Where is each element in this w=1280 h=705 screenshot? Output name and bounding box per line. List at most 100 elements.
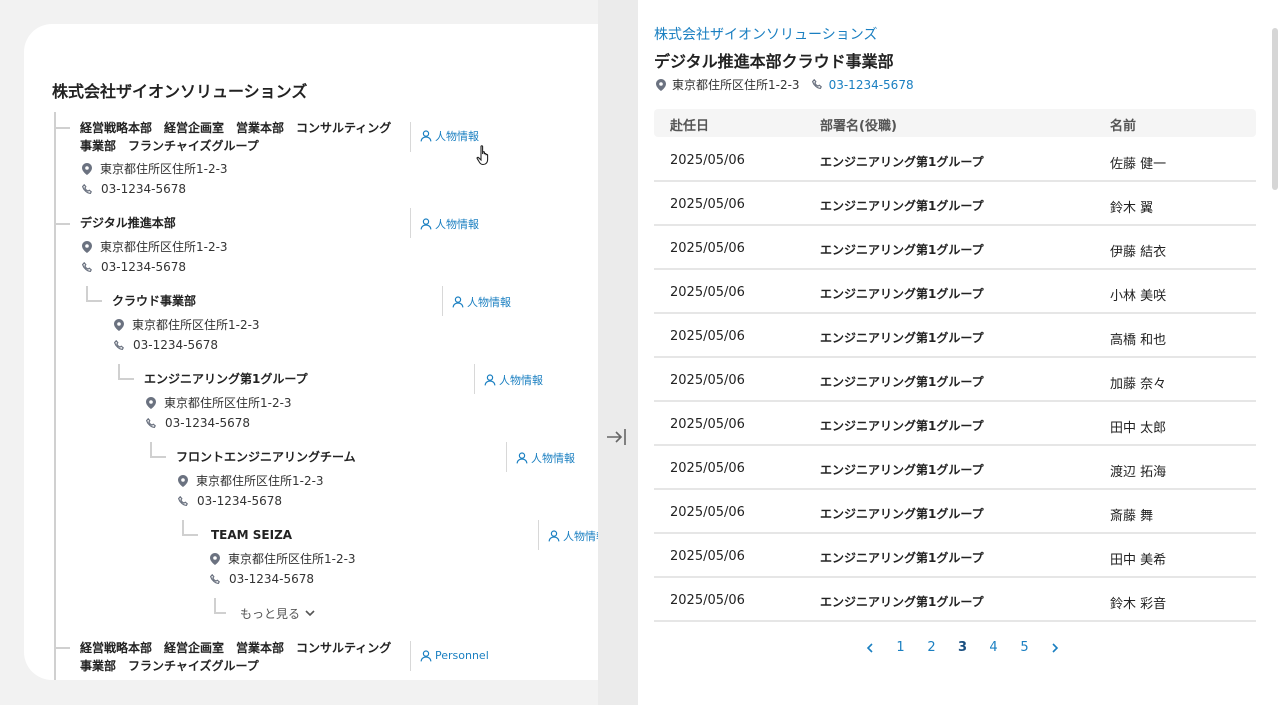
detail-panel: 株式会社ザイオンソリューションズ デジタル推進本部クラウド事業部 東京都住所区住…: [638, 0, 1280, 705]
cell-name: 佐藤 健一: [1110, 157, 1167, 172]
cell-date: 2025/05/06: [670, 505, 745, 520]
pin-icon: [82, 162, 92, 175]
phone-icon: [82, 183, 92, 194]
pin-icon: [82, 240, 92, 253]
cell-name: 加藤 奈々: [1110, 377, 1167, 392]
cell-department: エンジニアリング第1グループ: [820, 287, 984, 301]
cell-date: 2025/05/06: [670, 593, 745, 608]
scrollbar[interactable]: [1272, 28, 1278, 190]
table-row[interactable]: 2025/05/06 エンジニアリング第1グループ 鈴木 彩音: [654, 578, 1256, 622]
pin-icon: [210, 552, 220, 565]
node-phone: 03-1234-5678: [82, 260, 186, 274]
cell-department: エンジニアリング第1グループ: [820, 551, 984, 565]
node-address: 東京都住所区住所1-2-3: [178, 472, 324, 489]
table-row[interactable]: 2025/05/06 エンジニアリング第1グループ 伊藤 結衣: [654, 226, 1256, 270]
org-node-name: エンジニアリング第1グループ: [144, 372, 308, 386]
cell-department: エンジニアリング第1グループ: [820, 507, 984, 521]
page-number-button[interactable]: 1: [885, 640, 916, 655]
chevron-right-icon: [1052, 642, 1059, 653]
cell-date: 2025/05/06: [670, 153, 745, 168]
node-address: 東京都住所区住所1-2-3: [82, 238, 228, 255]
person-icon: [420, 218, 432, 230]
cell-department: エンジニアリング第1グループ: [820, 375, 984, 389]
table-row[interactable]: 2025/05/06 エンジニアリング第1グループ 高橋 和也: [654, 314, 1256, 358]
cell-department: エンジニアリング第1グループ: [820, 463, 984, 477]
cell-date: 2025/05/06: [670, 197, 745, 212]
page-number-button[interactable]: 5: [1009, 640, 1040, 655]
cell-date: 2025/05/06: [670, 241, 745, 256]
cell-date: 2025/05/06: [670, 329, 745, 344]
org-node-name: フロントエンジニアリングチーム: [176, 450, 356, 464]
collapse-panel-icon[interactable]: [606, 427, 628, 447]
panel-company-link[interactable]: 株式会社ザイオンソリューションズ: [654, 24, 877, 44]
person-info-link[interactable]: Personnel: [420, 649, 489, 662]
column-header[interactable]: 赴任日: [670, 115, 709, 134]
show-more-button[interactable]: もっと見る: [240, 605, 315, 622]
cell-name: 鈴木 翼: [1110, 201, 1154, 216]
cell-date: 2025/05/06: [670, 549, 745, 564]
org-node-name: TEAM SEIZA: [211, 528, 293, 542]
person-info-link[interactable]: 人物情報: [484, 372, 543, 388]
table-row[interactable]: 2025/05/06 エンジニアリング第1グループ 小林 美咲: [654, 270, 1256, 314]
column-header[interactable]: 部署名(役職): [820, 115, 897, 134]
page-number-button[interactable]: 3: [947, 640, 978, 655]
node-phone: 03-1234-5678: [82, 182, 186, 196]
panel-phone-link[interactable]: 03-1234-5678: [829, 78, 914, 92]
person-info-link[interactable]: 人物情報: [516, 450, 575, 466]
column-header[interactable]: 名前: [1110, 115, 1136, 134]
pin-icon: [656, 78, 666, 91]
node-phone: 03-1234-5678: [114, 338, 218, 352]
panel-address: 東京都住所区住所1-2-3: [672, 78, 800, 92]
org-node-name: クラウド事業部: [112, 294, 197, 308]
cell-name: 小林 美咲: [1110, 289, 1167, 304]
node-phone: 03-1234-5678: [146, 416, 250, 430]
page-number-button[interactable]: 2: [916, 640, 947, 655]
phone-icon: [210, 573, 220, 584]
cell-department: エンジニアリング第1グループ: [820, 155, 984, 169]
cell-name: 伊藤 結衣: [1110, 245, 1167, 260]
table-row[interactable]: 2025/05/06 エンジニアリング第1グループ 斎藤 舞: [654, 490, 1256, 534]
node-address: 東京都住所区住所1-2-3: [210, 550, 356, 567]
cell-name: 鈴木 彩音: [1110, 597, 1167, 612]
cell-date: 2025/05/06: [670, 373, 745, 388]
table-row[interactable]: 2025/05/06 エンジニアリング第1グループ 田中 美希: [654, 534, 1256, 578]
person-info-link[interactable]: 人物情報: [420, 128, 479, 144]
org-node-name: 経営戦略本部 経営企画室 営業本部 コンサルティング 事業部 フランチャイズグルー…: [80, 121, 392, 153]
next-page-button[interactable]: [1040, 642, 1071, 653]
pin-icon: [178, 474, 188, 487]
person-info-link[interactable]: 人物情報: [452, 294, 511, 310]
person-info-link[interactable]: 人物情報: [420, 216, 479, 232]
table-row[interactable]: 2025/05/06 エンジニアリング第1グループ 渡辺 拓海: [654, 446, 1256, 490]
table-row[interactable]: 2025/05/06 エンジニアリング第1グループ 田中 太郎: [654, 402, 1256, 446]
phone-icon: [114, 339, 124, 350]
node-address: 東京都住所区住所1-2-3: [82, 160, 228, 177]
cell-date: 2025/05/06: [670, 285, 745, 300]
table-row[interactable]: 2025/05/06 エンジニアリング第1グループ 佐藤 健一: [654, 138, 1256, 182]
pagination: 12345: [854, 640, 1071, 655]
cell-date: 2025/05/06: [670, 417, 745, 432]
panel-contact: 東京都住所区住所1-2-3 03-1234-5678: [656, 76, 914, 93]
org-node-name: デジタル推進本部: [80, 216, 176, 230]
page-number-button[interactable]: 4: [978, 640, 1009, 655]
node-phone: 03-1234-5678: [210, 572, 314, 586]
org-node-name: 経営戦略本部 経営企画室 営業本部 コンサルティング 事業部 フランチャイズグルー…: [80, 641, 392, 673]
panel-divider-strip: [598, 0, 638, 705]
person-icon: [452, 296, 464, 308]
cell-date: 2025/05/06: [670, 461, 745, 476]
table-body: 2025/05/06 エンジニアリング第1グループ 佐藤 健一 2025/05/06 エ…: [654, 138, 1256, 622]
table-row[interactable]: 2025/05/06 エンジニアリング第1グループ 加藤 奈々: [654, 358, 1256, 402]
prev-page-button[interactable]: [854, 642, 885, 653]
node-phone: 03-1234-5678: [178, 494, 282, 508]
cell-department: エンジニアリング第1グループ: [820, 243, 984, 257]
phone-icon: [146, 417, 156, 428]
cell-name: 渡辺 拓海: [1110, 465, 1167, 480]
person-icon: [516, 452, 528, 464]
cell-department: エンジニアリング第1グループ: [820, 199, 984, 213]
pin-icon: [146, 396, 156, 409]
cell-name: 高橋 和也: [1110, 333, 1167, 348]
table-row[interactable]: 2025/05/06 エンジニアリング第1グループ 鈴木 翼: [654, 182, 1256, 226]
node-address: 東京都住所区住所1-2-3: [114, 316, 260, 333]
person-icon: [420, 649, 432, 661]
pin-icon: [114, 318, 124, 331]
table-header: 赴任日 部署名(役職) 名前: [654, 109, 1256, 137]
